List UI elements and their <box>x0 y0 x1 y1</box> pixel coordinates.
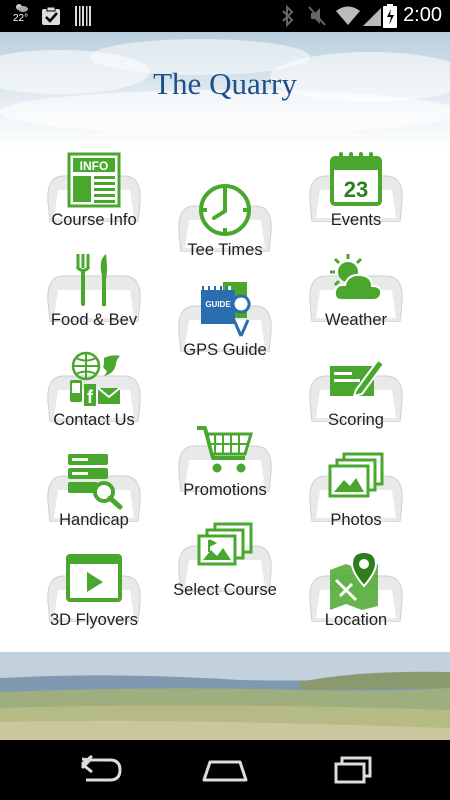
shopping-cart-icon <box>197 426 254 473</box>
weather-status-icon <box>16 4 28 12</box>
handicap-label: Handicap <box>59 511 129 529</box>
recent-apps-button-icon[interactable] <box>328 754 374 784</box>
clock-text: 2:00 <box>403 4 442 26</box>
contact-social-icon: f <box>70 351 121 407</box>
fork-knife-icon <box>75 254 107 306</box>
app-title: The Quarry <box>153 66 297 101</box>
gps-guide-label: GPS Guide <box>183 341 267 359</box>
select-course-button[interactable]: Select Course <box>161 520 289 618</box>
promotions-label: Promotions <box>183 481 267 499</box>
wifi-icon <box>336 6 360 25</box>
battery-charging-icon <box>383 4 397 28</box>
calendar-date-text: 23 <box>344 177 368 202</box>
contact-us-button[interactable]: f Contact Us <box>30 350 158 448</box>
contact-us-label: Contact Us <box>53 411 135 429</box>
select-course-label: Select Course <box>173 581 277 599</box>
signal-icon <box>363 8 381 26</box>
gps-guide-button[interactable]: GUIDE GPS Guide <box>161 280 289 378</box>
tee-times-label: Tee Times <box>187 241 263 259</box>
events-label: Events <box>330 211 382 229</box>
course-photos-icon <box>197 522 253 566</box>
calendar-icon: 23 <box>330 152 382 206</box>
clock-icon <box>199 184 251 236</box>
course-info-label: Course Info <box>51 211 137 229</box>
back-button-icon[interactable] <box>78 754 124 784</box>
photo-gallery-icon <box>328 452 384 498</box>
flyovers-button[interactable]: 3D Flyovers <box>30 550 158 648</box>
sun-cloud-icon <box>330 254 383 301</box>
golf-course-landscape-image <box>0 652 450 740</box>
food-bev-label: Food & Bev <box>50 311 138 329</box>
app-screen: The Quarry INFO Course Info Tee Times 23… <box>0 32 450 740</box>
scoring-label: Scoring <box>328 411 384 429</box>
status-bar: 22° 2:00 <box>0 0 450 32</box>
info-icon-text: INFO <box>80 159 109 173</box>
video-player-icon <box>66 554 122 602</box>
events-button[interactable]: 23 Events <box>292 150 420 248</box>
scoring-button[interactable]: Scoring <box>292 350 420 448</box>
database-search-icon <box>68 454 123 510</box>
guide-icon-text: GUIDE <box>205 300 231 309</box>
scorecard-pen-icon <box>330 358 386 398</box>
info-newspaper-icon: INFO <box>67 152 121 208</box>
photos-label: Photos <box>330 511 382 529</box>
clipboard-check-icon <box>42 6 60 25</box>
photos-button[interactable]: Photos <box>292 450 420 548</box>
handicap-button[interactable]: Handicap <box>30 450 158 548</box>
temperature-text: 22° <box>13 13 29 24</box>
svg-text:f: f <box>87 387 94 407</box>
weather-label: Weather <box>324 311 388 329</box>
bluetooth-icon <box>282 5 294 27</box>
promotions-button[interactable]: Promotions <box>161 420 289 518</box>
map-pin-icon <box>330 550 378 610</box>
food-bev-button[interactable]: Food & Bev <box>30 250 158 348</box>
flyovers-label: 3D Flyovers <box>49 611 139 629</box>
guide-book-icon: GUIDE <box>201 282 251 337</box>
home-button-icon[interactable] <box>200 754 250 784</box>
weather-button[interactable]: Weather <box>292 250 420 348</box>
tee-times-button[interactable]: Tee Times <box>161 180 289 278</box>
location-label: Location <box>324 611 388 629</box>
location-button[interactable]: Location <box>292 550 420 648</box>
mute-icon <box>308 6 326 26</box>
barcode-icon <box>75 6 91 26</box>
course-info-button[interactable]: INFO Course Info <box>30 150 158 248</box>
navigation-bar <box>0 740 450 800</box>
